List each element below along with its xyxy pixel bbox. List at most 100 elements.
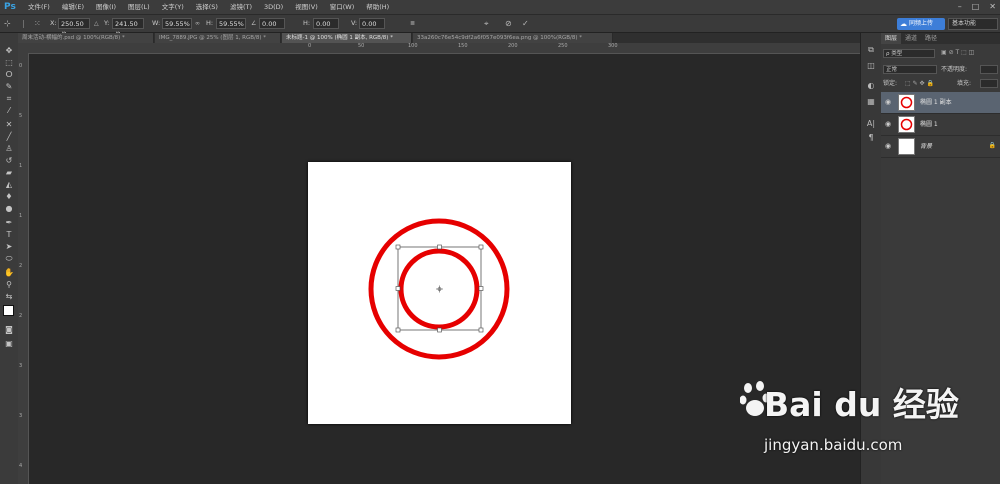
link-icon[interactable]: ∞	[195, 15, 200, 32]
swap-colors-icon[interactable]: ⇆	[3, 292, 15, 302]
tab-document-2[interactable]: IMG_7889.JPG @ 25% (图层 1, RGB/8) *	[155, 33, 281, 43]
horizontal-ruler[interactable]: 0 50 100 150 200 250 300	[18, 43, 860, 54]
opacity-field[interactable]	[980, 65, 998, 74]
type-tool-icon[interactable]: T	[3, 230, 15, 240]
transform-tool-icon[interactable]: ⊹	[4, 15, 11, 32]
healing-tool-icon[interactable]: ✕	[3, 120, 15, 130]
width-field[interactable]: 59.55%	[162, 18, 192, 29]
fill-field[interactable]	[980, 79, 998, 88]
shape-tool-icon[interactable]: ⬭	[3, 254, 15, 264]
tab-document-3[interactable]: 未标题-1 @ 100% (椭圆 1 副本, RGB/8) *	[282, 33, 412, 43]
ruler-v-label: 0	[19, 63, 23, 69]
x-field[interactable]: 250.50 像	[58, 18, 90, 39]
layer-filter-select[interactable]: ρ 类型	[883, 49, 935, 58]
hand-tool-icon[interactable]: ✋	[3, 268, 15, 278]
transform-handle[interactable]	[395, 286, 401, 291]
foreground-color-swatch[interactable]	[3, 305, 14, 316]
layer-row[interactable]: ◉ 背景 🔒	[881, 136, 1000, 158]
reference-point-icon[interactable]: ⁙	[34, 15, 41, 32]
menu-filter[interactable]: 滤镜(T)	[224, 0, 258, 14]
blend-mode-select[interactable]: 正常	[883, 65, 937, 74]
y-field[interactable]: 241.50 像	[112, 18, 144, 39]
transform-handle[interactable]	[437, 244, 442, 250]
blend-opacity-row: 正常 不透明度:	[883, 65, 998, 75]
tab-layers[interactable]: 图层	[881, 33, 902, 44]
warp-mode-icon[interactable]: ⌖	[484, 15, 489, 32]
history-brush-tool-icon[interactable]: ↺	[3, 156, 15, 166]
ruler-v-label: 2	[19, 313, 23, 319]
reference-point-crosshair[interactable]	[436, 285, 443, 293]
quick-mask-icon[interactable]: ◙	[3, 325, 15, 335]
eyedropper-tool-icon[interactable]: ⁄	[3, 106, 15, 116]
transform-handle[interactable]	[478, 286, 484, 291]
menu-select[interactable]: 选择(S)	[190, 0, 224, 14]
swatches-panel-icon[interactable]: ▦	[865, 97, 877, 107]
interpolation-icon[interactable]: ≣	[410, 15, 415, 32]
angle-field[interactable]: 0.00	[259, 18, 285, 29]
pen-tool-icon[interactable]: ✒	[3, 218, 15, 228]
lasso-tool-icon[interactable]: ⵔ	[3, 70, 15, 80]
gradient-tool-icon[interactable]: ◭	[3, 180, 15, 190]
vertical-skew-field[interactable]: 0.00	[359, 18, 385, 29]
menu-3d[interactable]: 3D(D)	[258, 0, 289, 14]
vertical-ruler[interactable]: 0 5 1 1 2 2 3 3 4	[18, 53, 29, 484]
close-icon[interactable]: ✕	[989, 0, 996, 14]
lock-icons[interactable]: ⬚ ✎ ✥ 🔒	[905, 79, 934, 88]
transform-handle[interactable]	[478, 327, 484, 333]
cancel-transform-icon[interactable]: ⊘	[505, 15, 512, 32]
quick-select-tool-icon[interactable]: ✎	[3, 82, 15, 92]
eraser-tool-icon[interactable]: ▰	[3, 168, 15, 178]
character-panel-icon[interactable]: A|	[865, 119, 877, 129]
menu-type[interactable]: 文字(Y)	[156, 0, 190, 14]
visibility-eye-icon[interactable]: ◉	[885, 98, 891, 106]
tab-document-4[interactable]: 33a260c76e54c9df2a6f057e093f6ea.png @ 10…	[413, 33, 613, 43]
transform-handle[interactable]	[395, 244, 401, 250]
filter-icons[interactable]: ▣ ⊘ T ⬚ ◫	[941, 49, 974, 56]
cloud-upload-button[interactable]: ☁ 同频上传	[897, 18, 945, 30]
transform-handle[interactable]	[437, 327, 442, 333]
document-canvas[interactable]	[308, 162, 571, 424]
commit-transform-icon[interactable]: ✓	[522, 15, 529, 32]
path-select-tool-icon[interactable]: ➤	[3, 242, 15, 252]
tab-document-1[interactable]: 周末活动-横幅的.psd @ 100%(RGB/8) *	[18, 33, 154, 43]
horizontal-skew-field[interactable]: 0.00	[313, 18, 339, 29]
separator-icon: |	[22, 19, 25, 28]
layer-row[interactable]: ◉ 椭圆 1 副本	[881, 92, 1000, 114]
menu-file[interactable]: 文件(F)	[22, 0, 56, 14]
transform-handle[interactable]	[478, 244, 484, 250]
menu-help[interactable]: 帮助(H)	[360, 0, 395, 14]
move-tool-icon[interactable]: ✥	[3, 46, 15, 56]
transform-handle[interactable]	[395, 327, 401, 333]
properties-panel-icon[interactable]: ◫	[865, 61, 877, 71]
menu-layer[interactable]: 图层(L)	[122, 0, 156, 14]
color-panel-icon[interactable]: ◐	[865, 81, 877, 91]
layer-row[interactable]: ◉ 椭圆 1	[881, 114, 1000, 136]
stamp-tool-icon[interactable]: ♙	[3, 144, 15, 154]
visibility-eye-icon[interactable]: ◉	[885, 120, 891, 128]
history-panel-icon[interactable]: ⧉	[865, 45, 877, 55]
tab-channels[interactable]: 通道	[901, 33, 921, 44]
ruler-h-label: 50	[358, 43, 365, 49]
height-field[interactable]: 59.55%	[216, 18, 246, 29]
menu-window[interactable]: 窗口(W)	[324, 0, 361, 14]
ruler-v-label: 3	[19, 413, 23, 419]
menu-view[interactable]: 视图(V)	[289, 0, 324, 14]
lock-icon[interactable]: 🔒	[989, 142, 996, 149]
visibility-eye-icon[interactable]: ◉	[885, 142, 891, 150]
maximize-icon[interactable]: □	[972, 0, 980, 14]
minimize-icon[interactable]: –	[958, 0, 962, 14]
menu-image[interactable]: 图像(I)	[90, 0, 122, 14]
zoom-tool-icon[interactable]: ⚲	[3, 280, 15, 290]
screen-mode-icon[interactable]: ▣	[3, 339, 15, 349]
menu-edit[interactable]: 编辑(E)	[56, 0, 90, 14]
tab-paths[interactable]: 路径	[921, 33, 941, 44]
window-controls: – □ ✕	[958, 0, 996, 14]
marquee-tool-icon[interactable]: ⬚	[3, 58, 15, 68]
dodge-tool-icon[interactable]: ●	[3, 204, 15, 214]
delta-icon[interactable]: △	[94, 15, 99, 32]
workspace-select[interactable]: 基本功能	[948, 18, 998, 30]
blur-tool-icon[interactable]: ♦	[3, 192, 15, 202]
paragraph-panel-icon[interactable]: ¶	[865, 133, 877, 143]
brush-tool-icon[interactable]: ╱	[3, 132, 15, 142]
crop-tool-icon[interactable]: ⌗	[3, 94, 15, 104]
